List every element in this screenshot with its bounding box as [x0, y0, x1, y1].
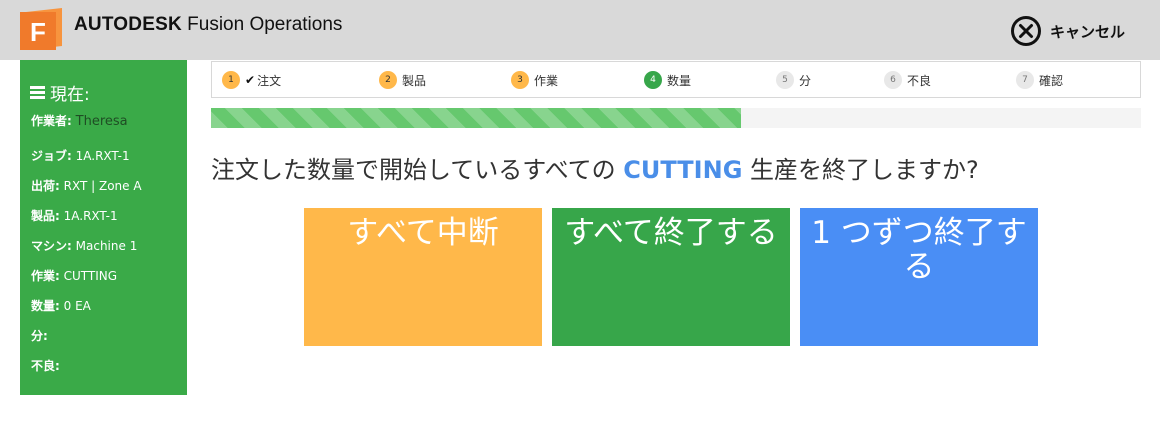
wizard-steps: 1 ✔ 注文 2 製品 3 作業 4 数量 5 分 6 不良 7 確認 — [211, 61, 1141, 98]
sidebar-title-label: 現在: — [50, 85, 90, 105]
step-number: 7 — [1016, 71, 1034, 89]
step-number: 2 — [379, 71, 397, 89]
close-circle-icon — [1011, 16, 1041, 46]
brand-company: AUTODESK — [74, 14, 182, 35]
sidebar-key: 作業: — [31, 269, 60, 283]
question-after: 生産を終了しますか? — [742, 156, 979, 184]
sidebar-row-operator: 作業者: Theresa — [31, 112, 128, 129]
progress-fill — [211, 108, 742, 128]
finish-one-by-one-button[interactable]: 1 つずつ終了する — [800, 208, 1038, 346]
sidebar-row-product: 製品: 1A.RXT-1 — [31, 207, 118, 224]
sidebar-key: 数量: — [31, 299, 60, 313]
sidebar-key: 不良: — [31, 359, 60, 373]
question-operation: CUTTING — [623, 156, 743, 184]
step-number: 4 — [644, 71, 662, 89]
sidebar-row-shipment: 出荷: RXT | Zone A — [31, 177, 142, 194]
check-icon: ✔ — [245, 73, 256, 87]
step-number: 6 — [884, 71, 902, 89]
sidebar-row-operation: 作業: CUTTING — [31, 267, 117, 284]
menu-icon — [30, 86, 45, 99]
sidebar-row-job: ジョブ: 1A.RXT-1 — [31, 147, 130, 164]
sidebar-row-quantity: 数量: 0 EA — [31, 297, 91, 314]
app-header: F AUTODESK Fusion Operations キャンセル — [0, 0, 1160, 60]
sidebar-key: 製品: — [31, 209, 60, 223]
sidebar-row-minutes: 分: — [31, 327, 48, 344]
sidebar-key: 分: — [31, 329, 48, 343]
step-order[interactable]: 1 ✔ 注文 — [222, 71, 281, 89]
step-label: 分 — [799, 73, 812, 88]
cancel-label: キャンセル — [1050, 22, 1126, 41]
step-confirm[interactable]: 7 確認 — [1016, 71, 1063, 89]
finish-all-button[interactable]: すべて終了する — [552, 208, 790, 346]
step-minutes[interactable]: 5 分 — [776, 71, 811, 89]
pause-all-button[interactable]: すべて中断 — [304, 208, 542, 346]
sidebar-value: Theresa — [75, 114, 128, 129]
sidebar-title: 現在: — [30, 80, 90, 105]
question-before: 注文した数量で開始しているすべての — [211, 156, 624, 184]
sidebar-value: RXT | Zone A — [63, 179, 142, 193]
sidebar-value: Machine 1 — [75, 239, 138, 253]
question-text: 注文した数量で開始しているすべての CUTTING 生産を終了しますか? — [211, 150, 979, 185]
sidebar-value: 1A.RXT-1 — [63, 209, 118, 223]
cancel-button[interactable]: キャンセル — [1010, 15, 1125, 47]
step-operation[interactable]: 3 作業 — [511, 71, 558, 89]
step-scrap[interactable]: 6 不良 — [884, 71, 931, 89]
step-label: 注文 — [257, 73, 282, 88]
sidebar-row-scrap: 不良: — [31, 357, 60, 374]
sidebar-key: 出荷: — [31, 179, 60, 193]
brand-title: AUTODESK Fusion Operations — [74, 14, 342, 36]
sidebar-value: 1A.RXT-1 — [75, 149, 130, 163]
logo-letter: F — [30, 17, 46, 47]
sidebar-value: 0 EA — [63, 299, 91, 313]
fusion-logo-icon: F — [20, 8, 62, 50]
step-label: 確認 — [1039, 73, 1064, 88]
step-quantity[interactable]: 4 数量 — [644, 71, 691, 89]
sidebar-key: 作業者: — [31, 114, 72, 128]
step-label: 作業 — [534, 73, 559, 88]
step-number: 3 — [511, 71, 529, 89]
sidebar-key: マシン: — [31, 239, 72, 253]
sidebar-row-machine: マシン: Machine 1 — [31, 237, 137, 254]
sidebar-value: CUTTING — [63, 269, 118, 283]
step-number: 5 — [776, 71, 794, 89]
current-info-sidebar: 現在: 作業者: Theresa ジョブ: 1A.RXT-1 出荷: RXT |… — [20, 60, 187, 395]
sidebar-key: ジョブ: — [31, 149, 72, 163]
step-number: 1 — [222, 71, 240, 89]
step-product[interactable]: 2 製品 — [379, 71, 426, 89]
step-label: 数量 — [667, 73, 692, 88]
step-label: 製品 — [402, 73, 427, 88]
progress-bar — [211, 108, 1141, 128]
brand-product: Fusion Operations — [181, 14, 343, 35]
step-label: 不良 — [907, 73, 932, 88]
